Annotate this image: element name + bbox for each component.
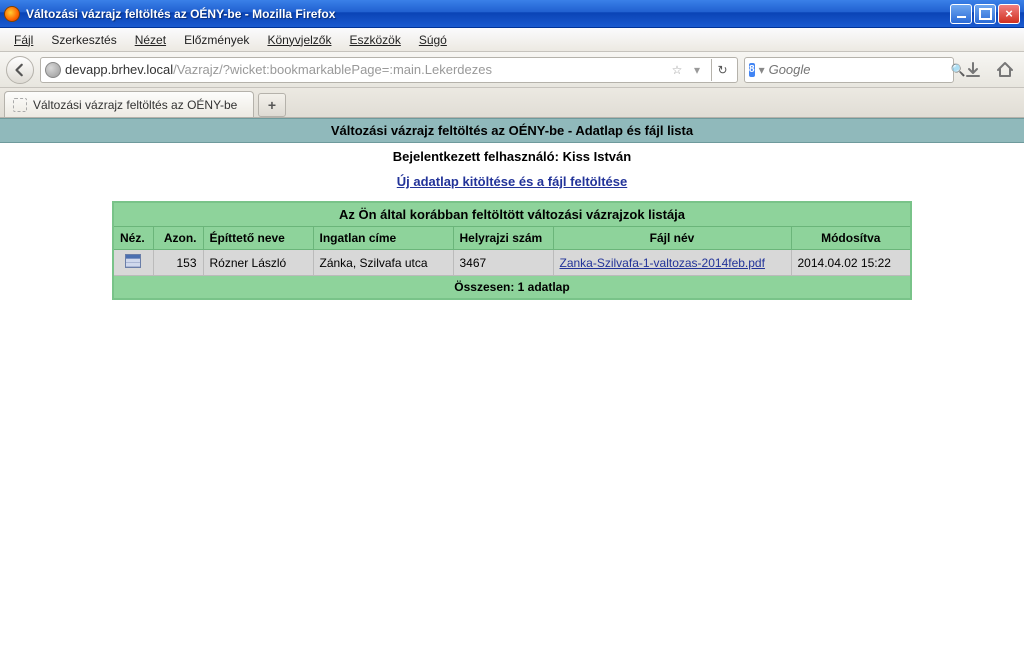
toolbar: devapp.brhev.local/Vazrajz/?wicket:bookm…: [0, 52, 1024, 88]
url-bar[interactable]: devapp.brhev.local/Vazrajz/?wicket:bookm…: [40, 57, 738, 83]
page-content: Változási vázrajz feltöltés az OÉNY-be -…: [0, 118, 1024, 300]
table-row: 153 Rózner László Zánka, Szilvafa utca 3…: [113, 250, 911, 276]
menu-view[interactable]: Nézet: [127, 31, 174, 49]
menu-history[interactable]: Előzmények: [176, 31, 257, 49]
window-title: Változási vázrajz feltöltés az OÉNY-be -…: [26, 7, 950, 21]
col-view: Néz.: [113, 227, 153, 250]
menu-tools[interactable]: Eszközök: [341, 31, 408, 49]
menu-bookmarks[interactable]: Könyvjelzők: [259, 31, 339, 49]
logged-in-user: Bejelentkezett felhasználó: Kiss István: [0, 143, 1024, 170]
cell-address: Zánka, Szilvafa utca: [313, 250, 453, 276]
close-button[interactable]: ×: [998, 4, 1020, 24]
search-engine-dropdown-icon[interactable]: ▾: [759, 63, 765, 77]
table-title: Az Ön által korábban feltöltött változás…: [113, 202, 911, 227]
col-id: Azon.: [153, 227, 203, 250]
search-input[interactable]: [769, 62, 947, 77]
downloads-button[interactable]: [960, 57, 986, 83]
uploads-table: Az Ön által korábban feltöltött változás…: [112, 201, 912, 300]
menu-file[interactable]: Fájl: [6, 31, 41, 49]
menu-edit[interactable]: Szerkesztés: [43, 31, 124, 49]
col-builder: Építtető neve: [203, 227, 313, 250]
table-header-row: Néz. Azon. Építtető neve Ingatlan címe H…: [113, 227, 911, 250]
tab-strip: Változási vázrajz feltöltés az OÉNY-be +: [0, 88, 1024, 118]
home-icon: [996, 61, 1014, 79]
new-upload-link[interactable]: Új adatlap kitöltése és a fájl feltöltés…: [397, 174, 627, 189]
menubar: Fájl Szerkesztés Nézet Előzmények Könyvj…: [0, 28, 1024, 52]
search-box[interactable]: 8 ▾ 🔍: [744, 57, 954, 83]
window-titlebar: Változási vázrajz feltöltés az OÉNY-be -…: [0, 0, 1024, 28]
firefox-icon: [4, 6, 20, 22]
download-arrow-icon: [964, 61, 982, 79]
home-button[interactable]: [992, 57, 1018, 83]
menu-help[interactable]: Súgó: [411, 31, 455, 49]
cell-id: 153: [153, 250, 203, 276]
col-lotnum: Helyrajzi szám: [453, 227, 553, 250]
cell-modified: 2014.04.02 15:22: [791, 250, 911, 276]
url-text: devapp.brhev.local/Vazrajz/?wicket:bookm…: [65, 62, 665, 77]
cell-filename-link[interactable]: Zanka-Szilvafa-1-valtozas-2014feb.pdf: [560, 256, 765, 270]
search-engine-icon[interactable]: 8: [749, 63, 755, 77]
tab-active[interactable]: Változási vázrajz feltöltés az OÉNY-be: [4, 91, 254, 117]
page-header: Változási vázrajz feltöltés az OÉNY-be -…: [0, 118, 1024, 143]
table-summary: Összesen: 1 adatlap: [113, 276, 911, 300]
col-filename: Fájl név: [553, 227, 791, 250]
reload-button[interactable]: ↻: [711, 59, 733, 81]
col-modified: Módosítva: [791, 227, 911, 250]
url-dropdown-icon[interactable]: ▾: [689, 62, 705, 78]
back-button[interactable]: [6, 56, 34, 84]
new-upload-link-row: Új adatlap kitöltése és a fájl feltöltés…: [0, 170, 1024, 201]
minimize-button[interactable]: [950, 4, 972, 24]
maximize-button[interactable]: [974, 4, 996, 24]
tab-title: Változási vázrajz feltöltés az OÉNY-be: [33, 98, 237, 112]
bookmark-star-icon[interactable]: ☆: [669, 62, 685, 78]
window-buttons: ×: [950, 4, 1020, 24]
new-tab-button[interactable]: +: [258, 93, 286, 117]
view-row-icon[interactable]: [125, 254, 141, 268]
arrow-left-icon: [13, 63, 27, 77]
cell-builder: Rózner László: [203, 250, 313, 276]
col-address: Ingatlan címe: [313, 227, 453, 250]
globe-icon: [45, 62, 61, 78]
page-favicon-placeholder-icon: [13, 98, 27, 112]
cell-lotnum: 3467: [453, 250, 553, 276]
